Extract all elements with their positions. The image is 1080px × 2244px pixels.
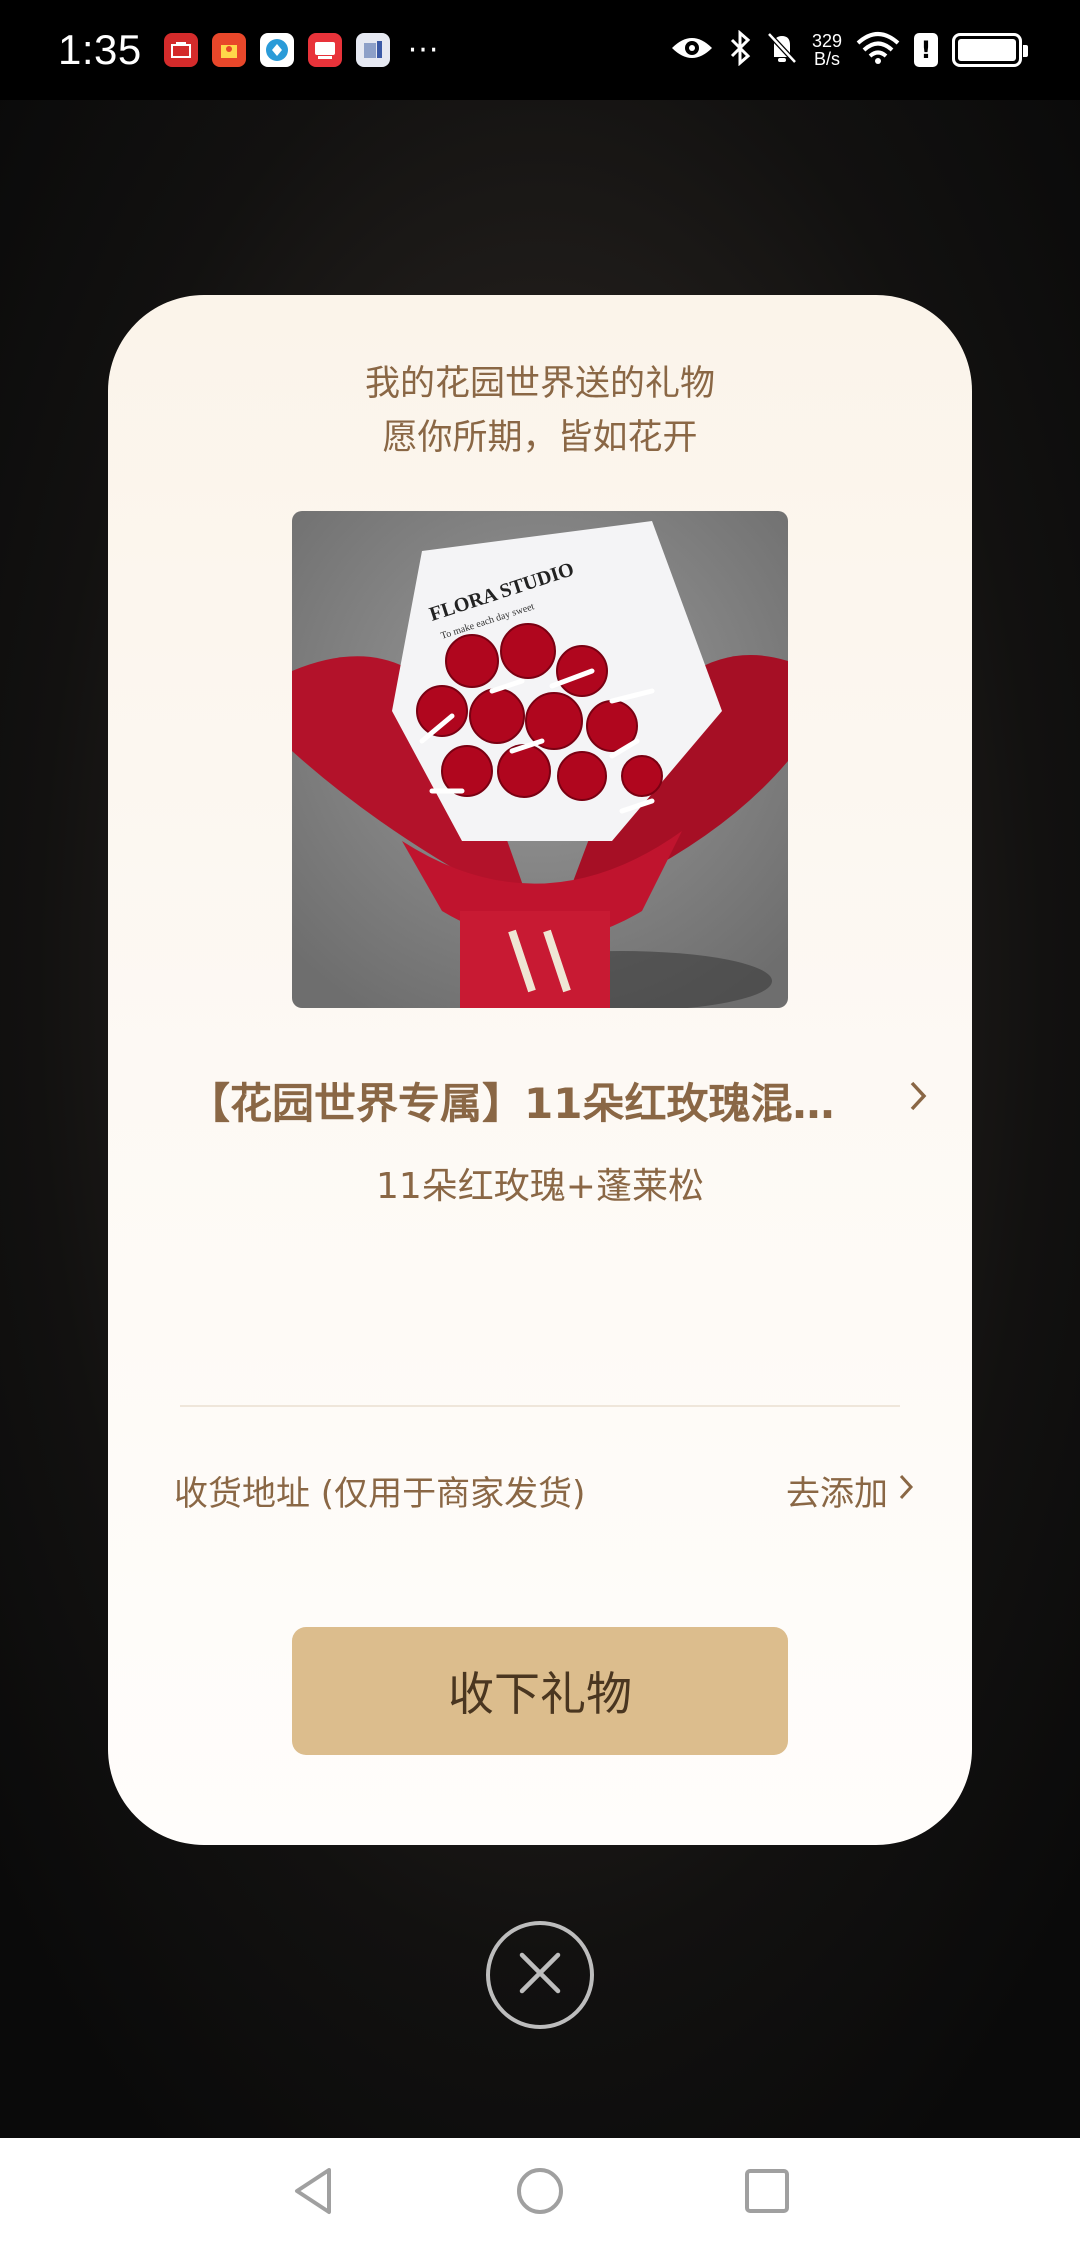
alert-icon: ! bbox=[914, 33, 938, 67]
mute-icon bbox=[766, 31, 798, 69]
huawei-app-icon bbox=[163, 33, 198, 67]
home-button[interactable] bbox=[510, 2161, 570, 2221]
product-title: 【花园世界专属】11朵红玫瑰混… bbox=[188, 1078, 835, 1128]
chevron-right-icon bbox=[898, 1470, 914, 1510]
wifi-icon bbox=[856, 31, 900, 69]
chevron-right-icon bbox=[908, 1077, 928, 1123]
more-notifications-icon: ··· bbox=[407, 32, 440, 68]
video-app-icon bbox=[307, 33, 342, 67]
header-line-1: 我的花园世界送的礼物 bbox=[364, 364, 715, 404]
back-button[interactable] bbox=[283, 2161, 343, 2221]
header-line-2: 愿你所期，皆如花开 bbox=[382, 418, 698, 458]
close-icon bbox=[516, 1949, 564, 2001]
product-image[interactable]: FLORA STUDIO To make each day sweet bbox=[292, 511, 788, 1008]
eye-icon bbox=[670, 33, 714, 67]
system-nav-bar bbox=[0, 2138, 1080, 2244]
gift-card: 我的花园世界送的礼物 愿你所期，皆如花开 FLORA STUDIO To mak… bbox=[108, 295, 972, 1845]
status-bar: 1:35 ··· 329 B/s ! bbox=[0, 0, 1080, 100]
divider bbox=[180, 1405, 900, 1407]
shopping-app-icon bbox=[211, 33, 246, 67]
network-speed: 329 B/s bbox=[812, 32, 842, 68]
battery-icon bbox=[952, 33, 1028, 67]
accept-gift-button[interactable]: 收下礼物 bbox=[292, 1627, 788, 1755]
status-time: 1:35 bbox=[58, 26, 142, 73]
product-title-link[interactable]: 【花园世界专属】11朵红玫瑰混… bbox=[188, 1070, 928, 1130]
add-address-button[interactable]: 去添加 bbox=[786, 1466, 914, 1515]
net-speed-value: 329 bbox=[811, 31, 842, 51]
recents-icon bbox=[744, 2169, 789, 2213]
files-app-icon bbox=[355, 33, 390, 67]
status-icons: 329 B/s ! bbox=[670, 29, 1028, 70]
add-address-label: 去添加 bbox=[786, 1473, 888, 1514]
bluetooth-icon bbox=[728, 29, 752, 70]
card-header: 我的花园世界送的礼物 愿你所期，皆如花开 bbox=[108, 357, 972, 465]
net-speed-unit: B/s bbox=[813, 49, 840, 69]
notification-app-icons bbox=[163, 33, 390, 67]
shipping-address-row[interactable]: 收货地址 (仅用于商家发货) 去添加 bbox=[174, 1460, 914, 1520]
gift-screen: 1:35 ··· 329 B/s ! 我的花园世界送的礼物 愿你所期，皆如花开 … bbox=[0, 0, 1080, 2244]
address-label: 收货地址 (仅用于商家发货) bbox=[174, 1473, 586, 1514]
browser-app-icon bbox=[259, 33, 294, 67]
back-icon bbox=[295, 2168, 332, 2214]
close-button[interactable] bbox=[486, 1921, 594, 2029]
home-icon bbox=[516, 2168, 563, 2214]
product-subtitle: 11朵红玫瑰+蓬莱松 bbox=[376, 1166, 704, 1207]
recents-button[interactable] bbox=[737, 2161, 797, 2221]
